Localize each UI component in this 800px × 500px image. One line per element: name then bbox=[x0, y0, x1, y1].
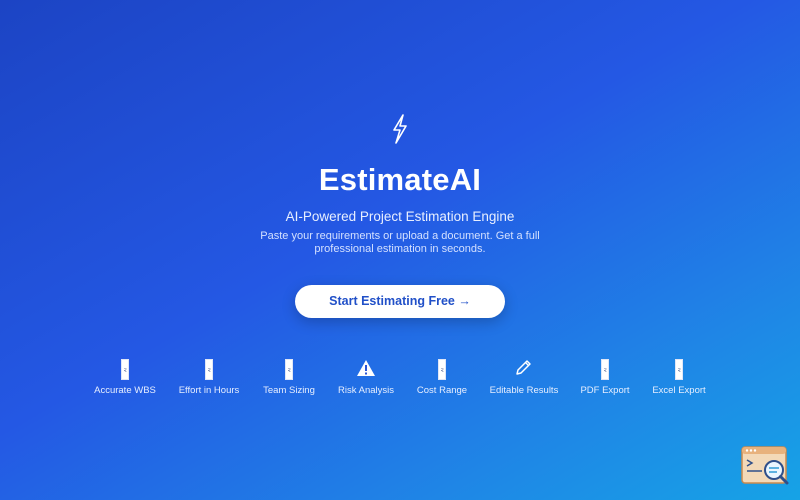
app-description: Paste your requirements or upload a docu… bbox=[260, 230, 540, 255]
feature-list: AI Accurate WBS AI Effort in Hours AI Te… bbox=[0, 357, 800, 407]
feature-label: Accurate WBS bbox=[94, 385, 156, 396]
feature-badge-icon: AI bbox=[80, 359, 170, 381]
feature-label: Excel Export bbox=[652, 385, 706, 396]
feature-effort-in-hours: AI Effort in Hours bbox=[164, 357, 254, 396]
app-subtitle: AI-Powered Project Estimation Engine bbox=[285, 209, 515, 224]
pencil-icon bbox=[479, 359, 569, 381]
feature-label: Editable Results bbox=[489, 385, 559, 396]
feature-cost-range: AI Cost Range bbox=[397, 357, 487, 396]
feature-label: Effort in Hours bbox=[178, 385, 240, 396]
feature-label: Cost Range bbox=[416, 385, 468, 396]
app-title: EstimateAI bbox=[318, 162, 482, 197]
start-estimating-button[interactable]: Start Estimating Free → bbox=[295, 285, 505, 318]
lightning-bolt-icon bbox=[386, 113, 414, 145]
search-window-icon[interactable] bbox=[740, 445, 792, 487]
hero-section: EstimateAI AI-Powered Project Estimation… bbox=[0, 0, 800, 500]
feature-accurate-wbs: AI Accurate WBS bbox=[80, 357, 170, 396]
feature-badge-icon: AI bbox=[634, 359, 724, 381]
feature-badge-icon: AI bbox=[397, 359, 487, 381]
feature-editable-results: Editable Results bbox=[479, 357, 569, 396]
feature-badge-icon: AI bbox=[164, 359, 254, 381]
feature-excel-export: AI Excel Export bbox=[634, 357, 724, 396]
